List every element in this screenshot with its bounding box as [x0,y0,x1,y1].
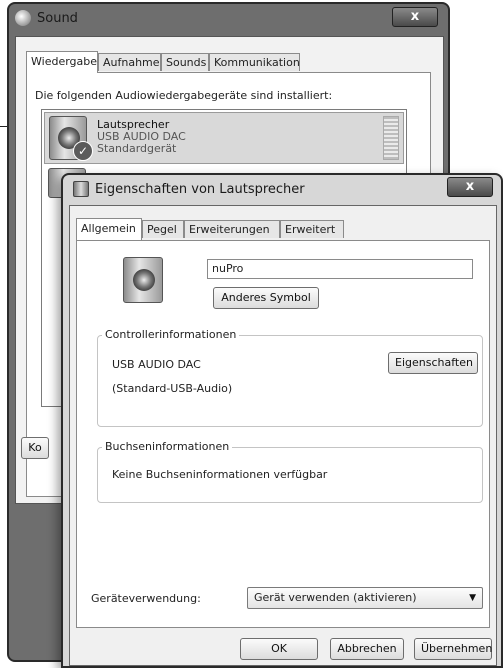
check-icon: ✓ [73,141,93,161]
controller-info-group: Controllerinformationen USB AUDIO DAC (S… [97,328,483,427]
tab-erweiterungen[interactable]: Erweiterungen [184,220,280,238]
device-name-input[interactable]: nuPro [207,259,473,279]
sound-app-icon [15,10,31,26]
tab-wiedergabe[interactable]: Wiedergabe [26,51,98,73]
chevron-down-icon: ▼ [469,593,476,603]
controller-driver: (Standard-USB-Audio) [112,382,233,395]
properties-tab-strip: Allgemein Pegel Erweiterungen Erweitert [76,218,476,240]
properties-window-title: Eigenschaften von Lautsprecher [95,182,305,197]
tab-sounds[interactable]: Sounds [161,53,209,71]
device-usage-label: Geräteverwendung: [91,592,201,605]
tab-pegel[interactable]: Pegel [142,220,184,238]
properties-title-bar[interactable]: Eigenschaften von Lautsprecher x [63,175,501,203]
sound-title-bar[interactable]: Sound x [9,4,448,34]
device-usage-value: Gerät verwenden (aktivieren) [254,591,417,604]
controller-properties-button[interactable]: Eigenschaften [388,352,478,374]
level-meter [383,116,399,160]
jack-info-legend: Buchseninformationen [102,440,233,453]
tab-allgemein[interactable]: Allgemein [76,218,142,240]
tab-kommunikation[interactable]: Kommunikation [209,53,300,71]
controller-name: USB AUDIO DAC [112,358,201,371]
apply-button[interactable]: Übernehmen [414,638,492,660]
sound-tab-strip: Wiedergabe Aufnahme Sounds Kommunikation [26,51,426,73]
device-large-icon [123,257,163,303]
tab-aufnahme[interactable]: Aufnahme [98,53,161,71]
jack-info-text: Keine Buchseninformationen verfügbar [112,468,328,481]
sound-window-title: Sound [37,11,78,26]
controller-info-legend: Controllerinformationen [102,328,240,341]
device-list-intro: Die folgenden Audiowiedergabegeräte sind… [35,89,333,102]
properties-client-area: Allgemein Pegel Erweiterungen Erweitert … [69,205,497,666]
jack-info-group: Buchseninformationen Keine Buchseninform… [97,440,483,503]
properties-close-button[interactable]: x [447,177,493,197]
speaker-cone-large [133,269,155,291]
device-row-lautsprecher[interactable]: ✓ Lautsprecher USB AUDIO DAC Standardger… [44,112,404,164]
properties-tab-panel: nuPro Anderes Symbol Controllerinformati… [76,240,490,628]
sound-close-button[interactable]: x [392,7,438,27]
device-status: Standardgerät [97,142,177,155]
device-usage-select[interactable]: Gerät verwenden (aktivieren) ▼ [247,587,483,609]
tab-erweitert[interactable]: Erweitert [280,220,344,238]
change-icon-button[interactable]: Anderes Symbol [213,287,319,309]
properties-window: Eigenschaften von Lautsprecher x Allgeme… [61,173,503,668]
speaker-small-icon [73,181,89,197]
cancel-button[interactable]: Abbrechen [330,638,404,660]
configure-button-partial[interactable]: Ko [21,437,49,459]
ok-button[interactable]: OK [240,638,318,660]
